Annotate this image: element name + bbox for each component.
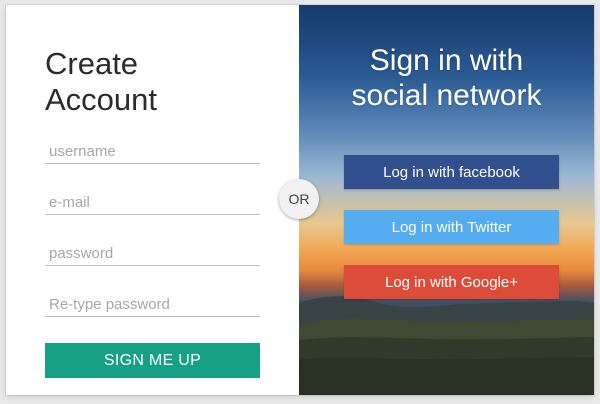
facebook-login-button[interactable]: Log in with facebook [344,155,559,189]
email-input[interactable] [45,191,260,215]
sign-me-up-button[interactable]: SIGN ME UP [45,343,260,378]
google-login-button[interactable]: Log in with Google+ [344,265,559,299]
create-account-panel: Create Account SIGN ME UP [6,5,299,395]
username-input[interactable] [45,140,260,164]
landscape-background [299,296,594,395]
twitter-login-button[interactable]: Log in with Twitter [344,210,559,244]
create-account-title: Create Account [45,46,158,117]
or-divider-badge: OR [279,179,319,219]
password-input[interactable] [45,242,260,266]
social-network-title: Sign in with social network [351,44,542,112]
retype-password-input[interactable] [45,293,260,317]
social-signin-panel: Sign in with social network Log in with … [299,5,594,395]
signup-card: Create Account SIGN ME UP Sign in with s… [6,5,594,395]
